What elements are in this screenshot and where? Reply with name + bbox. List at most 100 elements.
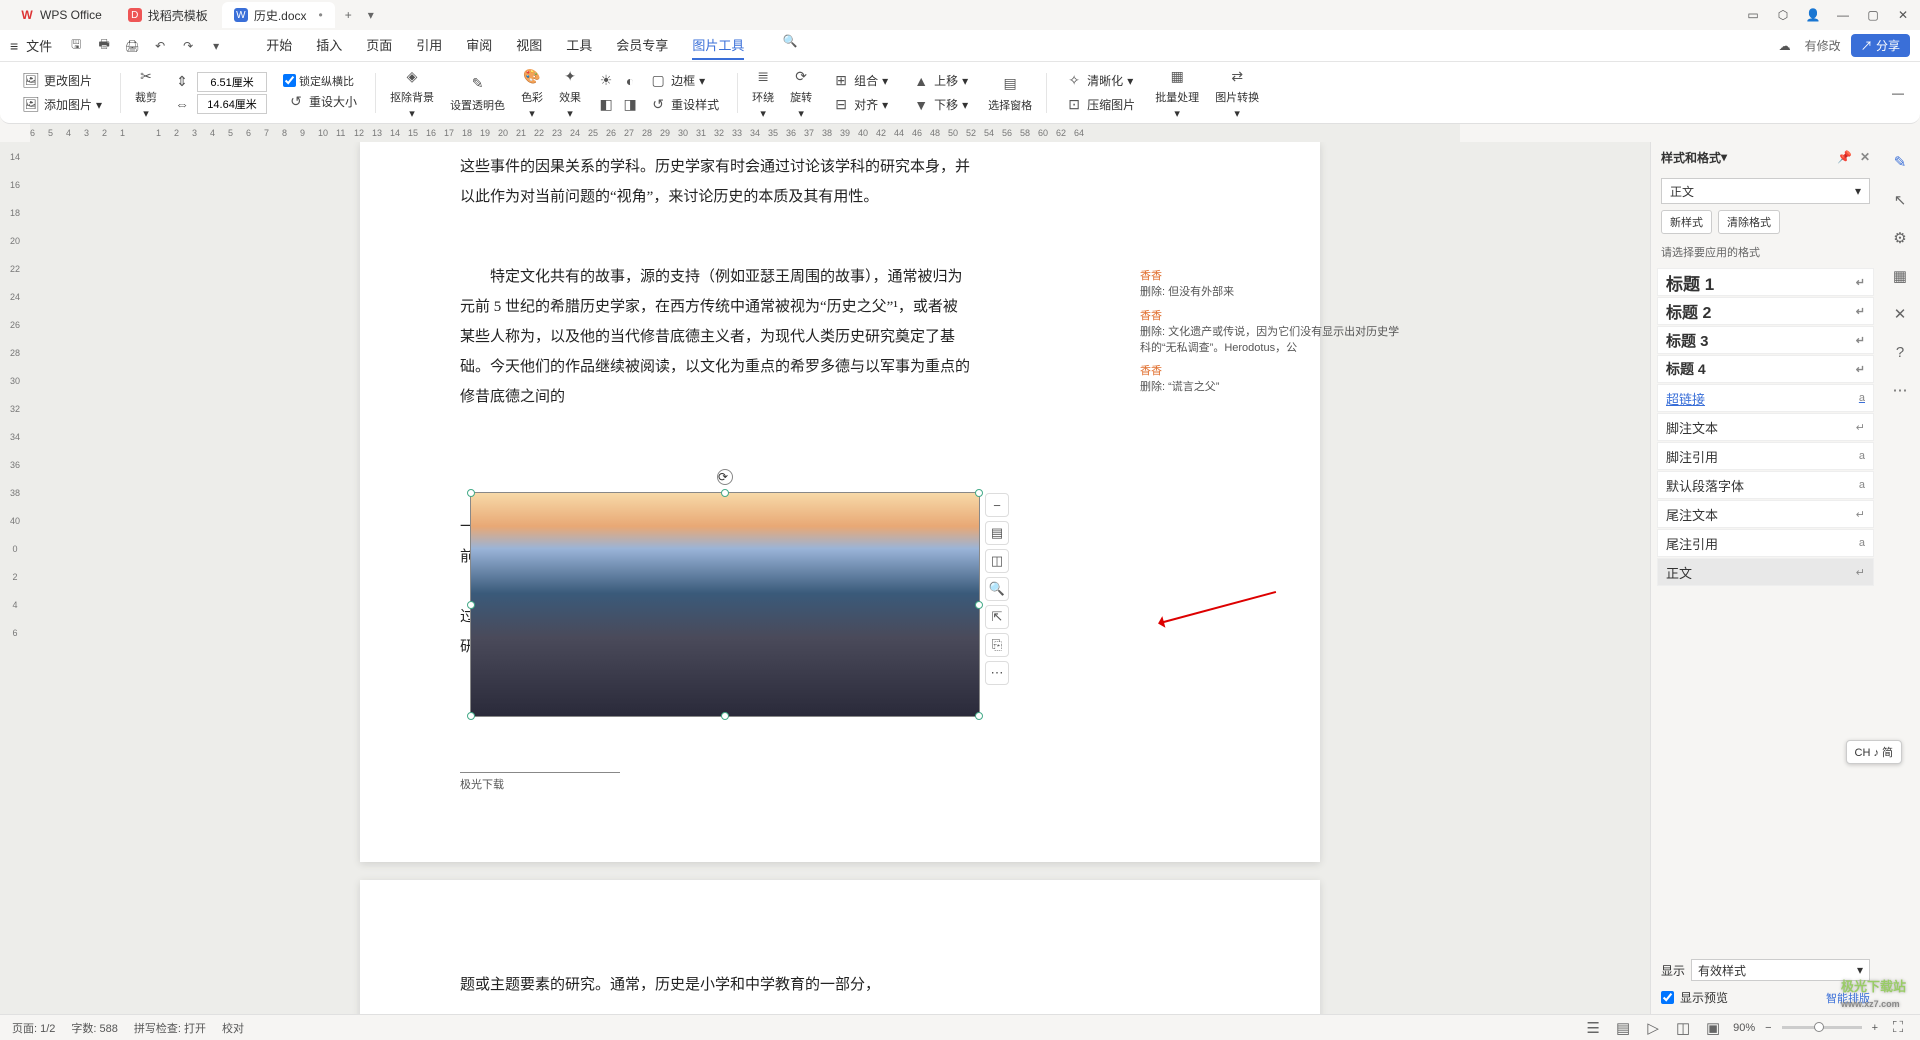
tab-member[interactable]: 会员专享	[616, 31, 668, 60]
preview-checkbox[interactable]	[1661, 991, 1674, 1004]
tab-view[interactable]: 视图	[516, 31, 542, 60]
brightness-icon[interactable]: ☀	[597, 72, 615, 90]
img-zoom-out-button[interactable]: −	[985, 493, 1009, 517]
maximize-button[interactable]: ▢	[1864, 6, 1882, 24]
move-up-button[interactable]: ▲上移 ▾	[908, 70, 972, 92]
word-count[interactable]: 字数: 588	[71, 1020, 117, 1036]
app-tab[interactable]: W WPS Office	[8, 2, 114, 28]
rotate-button[interactable]: ⟳旋转 ▾	[784, 63, 818, 122]
new-tab-button[interactable]: +	[337, 8, 360, 22]
close-panel-icon[interactable]: ✕	[1860, 150, 1870, 164]
ime-indicator[interactable]: CH ♪ 简	[1846, 740, 1903, 764]
contrast-icon[interactable]: ◐	[621, 72, 639, 90]
inserted-image[interactable]: ⟳ − ▤ ◫ 🔍 ⇱ ⎘ ⋯	[470, 492, 980, 717]
comment-2[interactable]: 香香 删除: 文化遗产或传说，因为它们没有显示出对历史学科的“无私调查”。Her…	[1140, 307, 1400, 355]
reset-style-button[interactable]: ↺重设样式	[645, 94, 723, 116]
search-icon[interactable]: 🔍	[780, 31, 800, 51]
pin-icon[interactable]: 📌	[1837, 150, 1852, 164]
resize-handle-s[interactable]	[721, 712, 729, 720]
resize-handle-se[interactable]	[975, 712, 983, 720]
resize-handle-n[interactable]	[721, 489, 729, 497]
resize-handle-ne[interactable]	[975, 489, 983, 497]
resize-handle-nw[interactable]	[467, 489, 475, 497]
avatar-icon[interactable]: 👤	[1804, 6, 1822, 24]
clear-format-button[interactable]: 清除格式	[1718, 210, 1780, 234]
selection-pane-button[interactable]: ▤选择窗格	[982, 71, 1038, 115]
fit-icon[interactable]: ⛶	[1888, 1018, 1908, 1038]
help-icon[interactable]: ?	[1890, 342, 1910, 362]
style-item[interactable]: 脚注引用a	[1657, 442, 1874, 470]
tab-dropdown[interactable]: ▾	[360, 8, 382, 22]
zoom-in-button[interactable]: +	[1872, 1022, 1878, 1034]
effect-button[interactable]: ✦效果 ▾	[553, 63, 587, 122]
color-button[interactable]: 🎨色彩 ▾	[515, 63, 549, 122]
combine-button[interactable]: ⊞组合 ▾	[828, 70, 892, 92]
horizontal-ruler[interactable]: 6543211234567891011121314151617181920212…	[30, 124, 1460, 142]
clarity-button[interactable]: ✧清晰化 ▾	[1061, 70, 1139, 92]
page-indicator[interactable]: 页面: 1/2	[12, 1020, 55, 1036]
view-fullscreen-icon[interactable]: ▣	[1703, 1018, 1723, 1038]
style-item[interactable]: 正文↵	[1657, 558, 1874, 586]
save-icon[interactable]: 🖫	[66, 36, 86, 56]
height-input[interactable]	[197, 72, 267, 92]
batch-button[interactable]: ▦批量处理 ▾	[1149, 63, 1205, 122]
img-export-button[interactable]: ⇱	[985, 605, 1009, 629]
convert-button[interactable]: ⇄图片转换 ▾	[1209, 63, 1265, 122]
gallery-icon[interactable]: ▦	[1890, 266, 1910, 286]
style-item[interactable]: 标题 4↵	[1657, 355, 1874, 383]
proofing-status[interactable]: 校对	[222, 1020, 244, 1036]
width-input[interactable]	[197, 94, 267, 114]
change-picture-button[interactable]: 🖼更改图片	[18, 70, 106, 92]
img-save-button[interactable]: ⎘	[985, 633, 1009, 657]
share-button[interactable]: ↗ 分享	[1851, 34, 1910, 57]
reset-size-button[interactable]: ↺重设大小	[283, 91, 361, 113]
redo-icon[interactable]: ↷	[178, 36, 198, 56]
new-style-button[interactable]: 新样式	[1661, 210, 1712, 234]
tab-start[interactable]: 开始	[266, 31, 292, 60]
style-item[interactable]: 默认段落字体a	[1657, 471, 1874, 499]
templates-tab[interactable]: D 找稻壳模板	[116, 2, 220, 28]
view-web-icon[interactable]: ◫	[1673, 1018, 1693, 1038]
cube-icon[interactable]: ⬡	[1774, 6, 1792, 24]
undo-icon[interactable]: ↶	[150, 36, 170, 56]
resize-handle-sw[interactable]	[467, 712, 475, 720]
add-picture-button[interactable]: 🖼添加图片 ▾	[18, 94, 106, 116]
img-crop-button[interactable]: ◫	[985, 549, 1009, 573]
img-layout-button[interactable]: ▤	[985, 521, 1009, 545]
style-item[interactable]: 标题 1↵	[1657, 268, 1874, 296]
vertical-ruler[interactable]: 14161820222426283032343638400246	[0, 142, 30, 1014]
tab-tools[interactable]: 工具	[566, 31, 592, 60]
tab-page[interactable]: 页面	[366, 31, 392, 60]
tab-reference[interactable]: 引用	[416, 31, 442, 60]
collapse-ribbon-button[interactable]: —	[1888, 84, 1908, 102]
print-icon[interactable]: 🖶	[94, 36, 114, 56]
view-outline-icon[interactable]: ☰	[1583, 1018, 1603, 1038]
tab-review[interactable]: 审阅	[466, 31, 492, 60]
edit-icon[interactable]: ✎	[1890, 152, 1910, 172]
remove-bg-button[interactable]: ◈抠除背景 ▾	[384, 63, 440, 122]
move-down-button[interactable]: ▼下移 ▾	[908, 94, 972, 116]
style-item[interactable]: 标题 2↵	[1657, 297, 1874, 325]
rotate-handle[interactable]: ⟳	[717, 469, 733, 485]
style-item[interactable]: 标题 3↵	[1657, 326, 1874, 354]
cursor-icon[interactable]: ↖	[1890, 190, 1910, 210]
transparent-button[interactable]: ✎设置透明色	[444, 71, 511, 115]
settings-icon[interactable]: ⚙	[1890, 228, 1910, 248]
zoom-value[interactable]: 90%	[1733, 1022, 1755, 1034]
qat-dropdown[interactable]: ▾	[206, 36, 226, 56]
zoom-slider[interactable]	[1782, 1026, 1862, 1029]
style-item[interactable]: 超链接a	[1657, 384, 1874, 412]
view-read-icon[interactable]: ▷	[1643, 1018, 1663, 1038]
tab-picture-tools[interactable]: 图片工具	[692, 31, 744, 60]
reflection-icon[interactable]: ◨	[621, 96, 639, 114]
file-menu[interactable]: 文件	[26, 36, 52, 55]
border-button[interactable]: ▢边框 ▾	[645, 70, 709, 92]
shadow-icon[interactable]: ◧	[597, 96, 615, 114]
img-more-button[interactable]: ⋯	[985, 661, 1009, 685]
resize-handle-e[interactable]	[975, 601, 983, 609]
tools-icon[interactable]: ✕	[1890, 304, 1910, 324]
spellcheck-status[interactable]: 拼写检查: 打开	[134, 1020, 206, 1036]
document-area[interactable]: 这些事件的因果关系的学科。历史学家有时会通过讨论该学科的研究本身，并以此作为对当…	[30, 142, 1650, 1014]
layout-icon[interactable]: ▭	[1744, 6, 1762, 24]
comment-3[interactable]: 香香 删除: “谎言之父”	[1140, 362, 1400, 394]
